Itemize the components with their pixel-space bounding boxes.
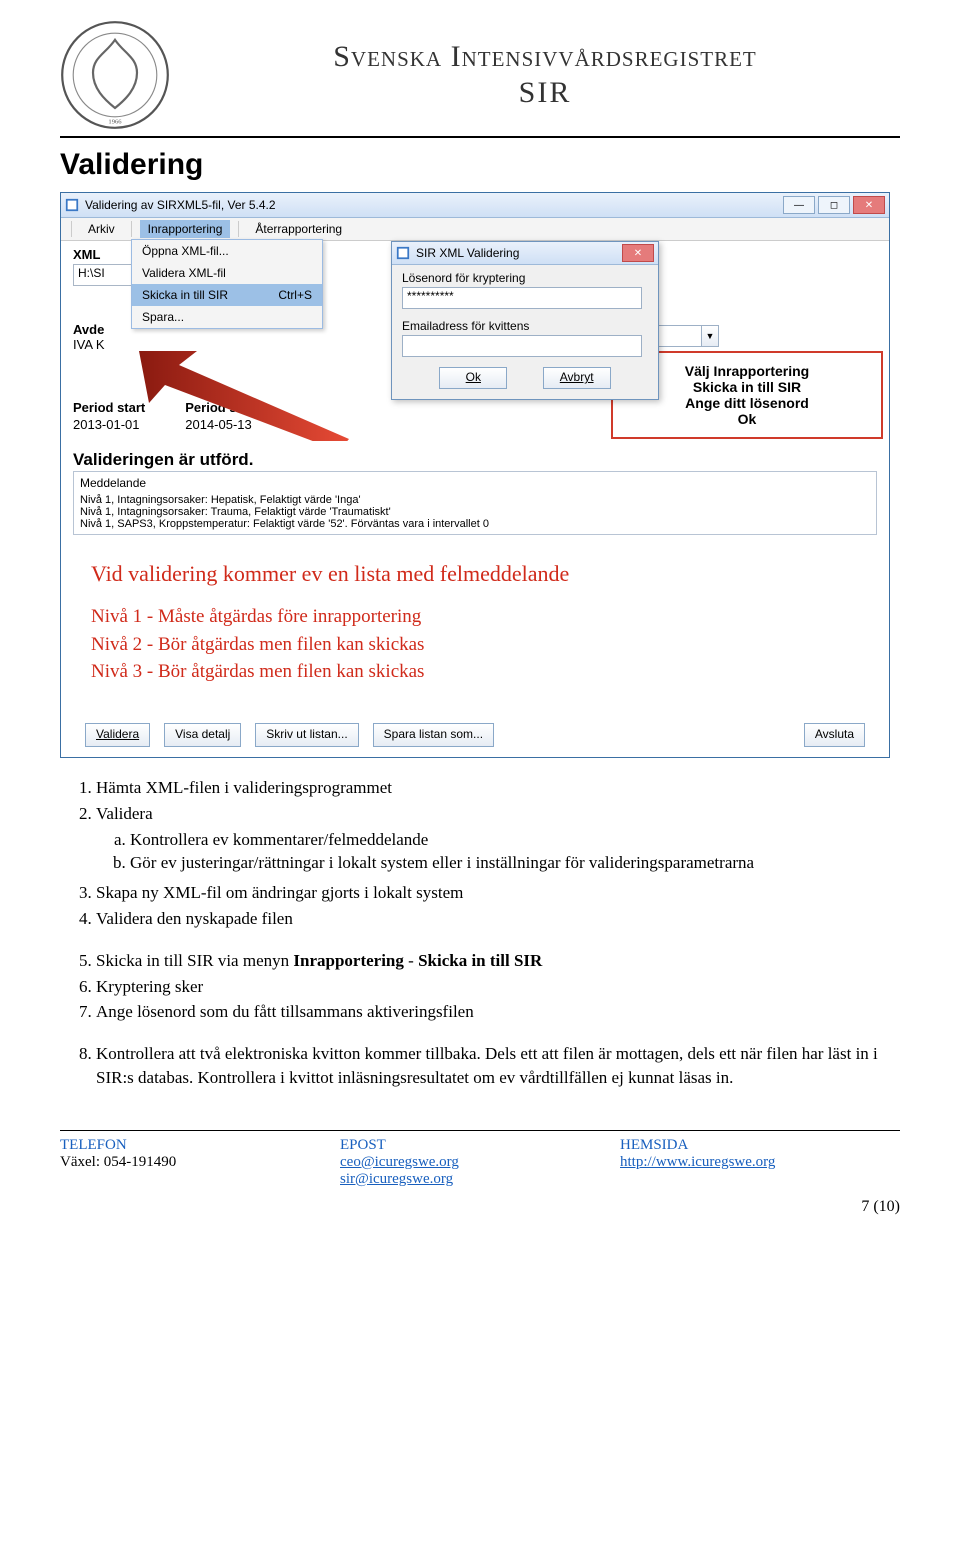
instruction-list: Kontrollera att två elektroniska kvitton…	[68, 1042, 900, 1090]
page-number: 7 (10)	[60, 1198, 900, 1216]
skriv-ut-button[interactable]: Skriv ut listan...	[255, 723, 358, 747]
dropdown-validera[interactable]: Validera XML-fil	[132, 262, 322, 284]
list-item: Kontrollera ev kommentarer/felmeddelande	[130, 828, 900, 852]
svg-text:1966: 1966	[108, 118, 122, 125]
dropdown-skicka[interactable]: Skicka in till SIR Ctrl+S	[132, 284, 322, 306]
org-abbrev: SIR	[190, 76, 900, 110]
list-item: Skapa ny XML-fil om ändringar gjorts i l…	[96, 881, 900, 905]
validation-done-label: Valideringen är utförd.	[73, 450, 877, 470]
instruction-list: Hämta XML-filen i valideringsprogrammet …	[68, 776, 900, 931]
maximize-button[interactable]: ◻	[818, 196, 850, 214]
app-screenshot: Validering av SIRXML5-fil, Ver 5.4.2 — ◻…	[60, 192, 890, 758]
window-title: Validering av SIRXML5-fil, Ver 5.4.2	[85, 198, 783, 212]
footer-divider	[60, 1130, 900, 1131]
dialog-title: SIR XML Validering	[416, 246, 622, 260]
list-item: Kontrollera att två elektroniska kvitton…	[96, 1042, 900, 1090]
dropdown-spara[interactable]: Spara...	[132, 306, 322, 328]
message-box: Meddelande Nivå 1, Intagningsorsaker: He…	[73, 471, 877, 535]
org-title: Svenska Intensivvårdsregistret	[190, 40, 900, 74]
dialog-avbryt-button[interactable]: Avbryt	[543, 367, 611, 389]
footer-tel: Växel: 054-191490	[60, 1154, 340, 1171]
dialog-ok-button[interactable]: Ok	[439, 367, 507, 389]
dropdown-arrow-icon[interactable]: ▼	[701, 325, 719, 347]
losenord-input[interactable]: **********	[402, 287, 642, 309]
footer-hemsida-link[interactable]: http://www.icuregswe.org	[620, 1154, 775, 1170]
avsluta-button[interactable]: Avsluta	[804, 723, 865, 747]
list-item: Gör ev justeringar/rättningar i lokalt s…	[130, 851, 900, 875]
email-input[interactable]	[402, 335, 642, 357]
page-title: Validering	[60, 148, 900, 182]
dropdown-oppna[interactable]: Öppna XML-fil...	[132, 240, 322, 262]
list-item: Kryptering sker	[96, 975, 900, 999]
validation-dialog: SIR XML Validering ✕ Lösenord för krypte…	[391, 241, 659, 400]
menu-aterrapportering[interactable]: Återrapportering	[247, 220, 350, 238]
list-item: Skicka in till SIR via menyn Inrapporter…	[96, 949, 900, 973]
minimize-button[interactable]: —	[783, 196, 815, 214]
footer: TELEFON Växel: 054-191490 EPOST ceo@icur…	[60, 1137, 900, 1188]
period-start-value: 2013-01-01	[73, 417, 145, 432]
menubar: Arkiv Inrapportering Återrapportering	[61, 218, 889, 241]
footer-epost-head: EPOST	[340, 1137, 620, 1154]
message-box-title: Meddelande	[80, 476, 870, 490]
message-row: Nivå 1, SAPS3, Kroppstemperatur: Felakti…	[80, 518, 870, 530]
app-icon	[65, 198, 79, 212]
footer-hemsida-head: HEMSIDA	[620, 1137, 900, 1154]
list-item: Hämta XML-filen i valideringsprogrammet	[96, 776, 900, 800]
list-item: Ange lösenord som du fått tillsammans ak…	[96, 1000, 900, 1024]
losenord-label: Lösenord för kryptering	[402, 271, 648, 285]
instruction-list: Skicka in till SIR via menyn Inrapporter…	[68, 949, 900, 1024]
logo: 1966	[60, 20, 170, 130]
window-titlebar: Validering av SIRXML5-fil, Ver 5.4.2 — ◻…	[61, 193, 889, 218]
footer-tel-head: TELEFON	[60, 1137, 340, 1154]
menu-arkiv[interactable]: Arkiv	[80, 220, 123, 238]
close-button[interactable]: ✕	[853, 196, 885, 214]
message-row: Nivå 1, Intagningsorsaker: Hepatisk, Fel…	[80, 494, 870, 506]
validera-button[interactable]: Validera	[85, 723, 150, 747]
message-row: Nivå 1, Intagningsorsaker: Trauma, Felak…	[80, 506, 870, 518]
menu-inrapportering[interactable]: Inrapportering	[140, 220, 231, 238]
list-item: Validera den nyskapade filen	[96, 907, 900, 931]
period-start-label: Period start	[73, 400, 145, 415]
red-arrow-icon	[139, 351, 359, 441]
email-label: Emailadress för kvittens	[402, 319, 648, 333]
dialog-app-icon	[396, 246, 410, 260]
list-item: Validera Kontrollera ev kommentarer/felm…	[96, 802, 900, 875]
dialog-close-button[interactable]: ✕	[622, 244, 654, 262]
spara-listan-button[interactable]: Spara listan som...	[373, 723, 494, 747]
overlay-notes: Vid validering kommer ev en lista med fe…	[91, 561, 569, 686]
visa-detalj-button[interactable]: Visa detalj	[164, 723, 241, 747]
footer-epost-link[interactable]: ceo@icuregswe.org	[340, 1154, 459, 1170]
footer-epost-link[interactable]: sir@icuregswe.org	[340, 1171, 453, 1187]
header-divider	[60, 136, 900, 138]
dropdown-menu: Öppna XML-fil... Validera XML-fil Skicka…	[131, 239, 323, 329]
